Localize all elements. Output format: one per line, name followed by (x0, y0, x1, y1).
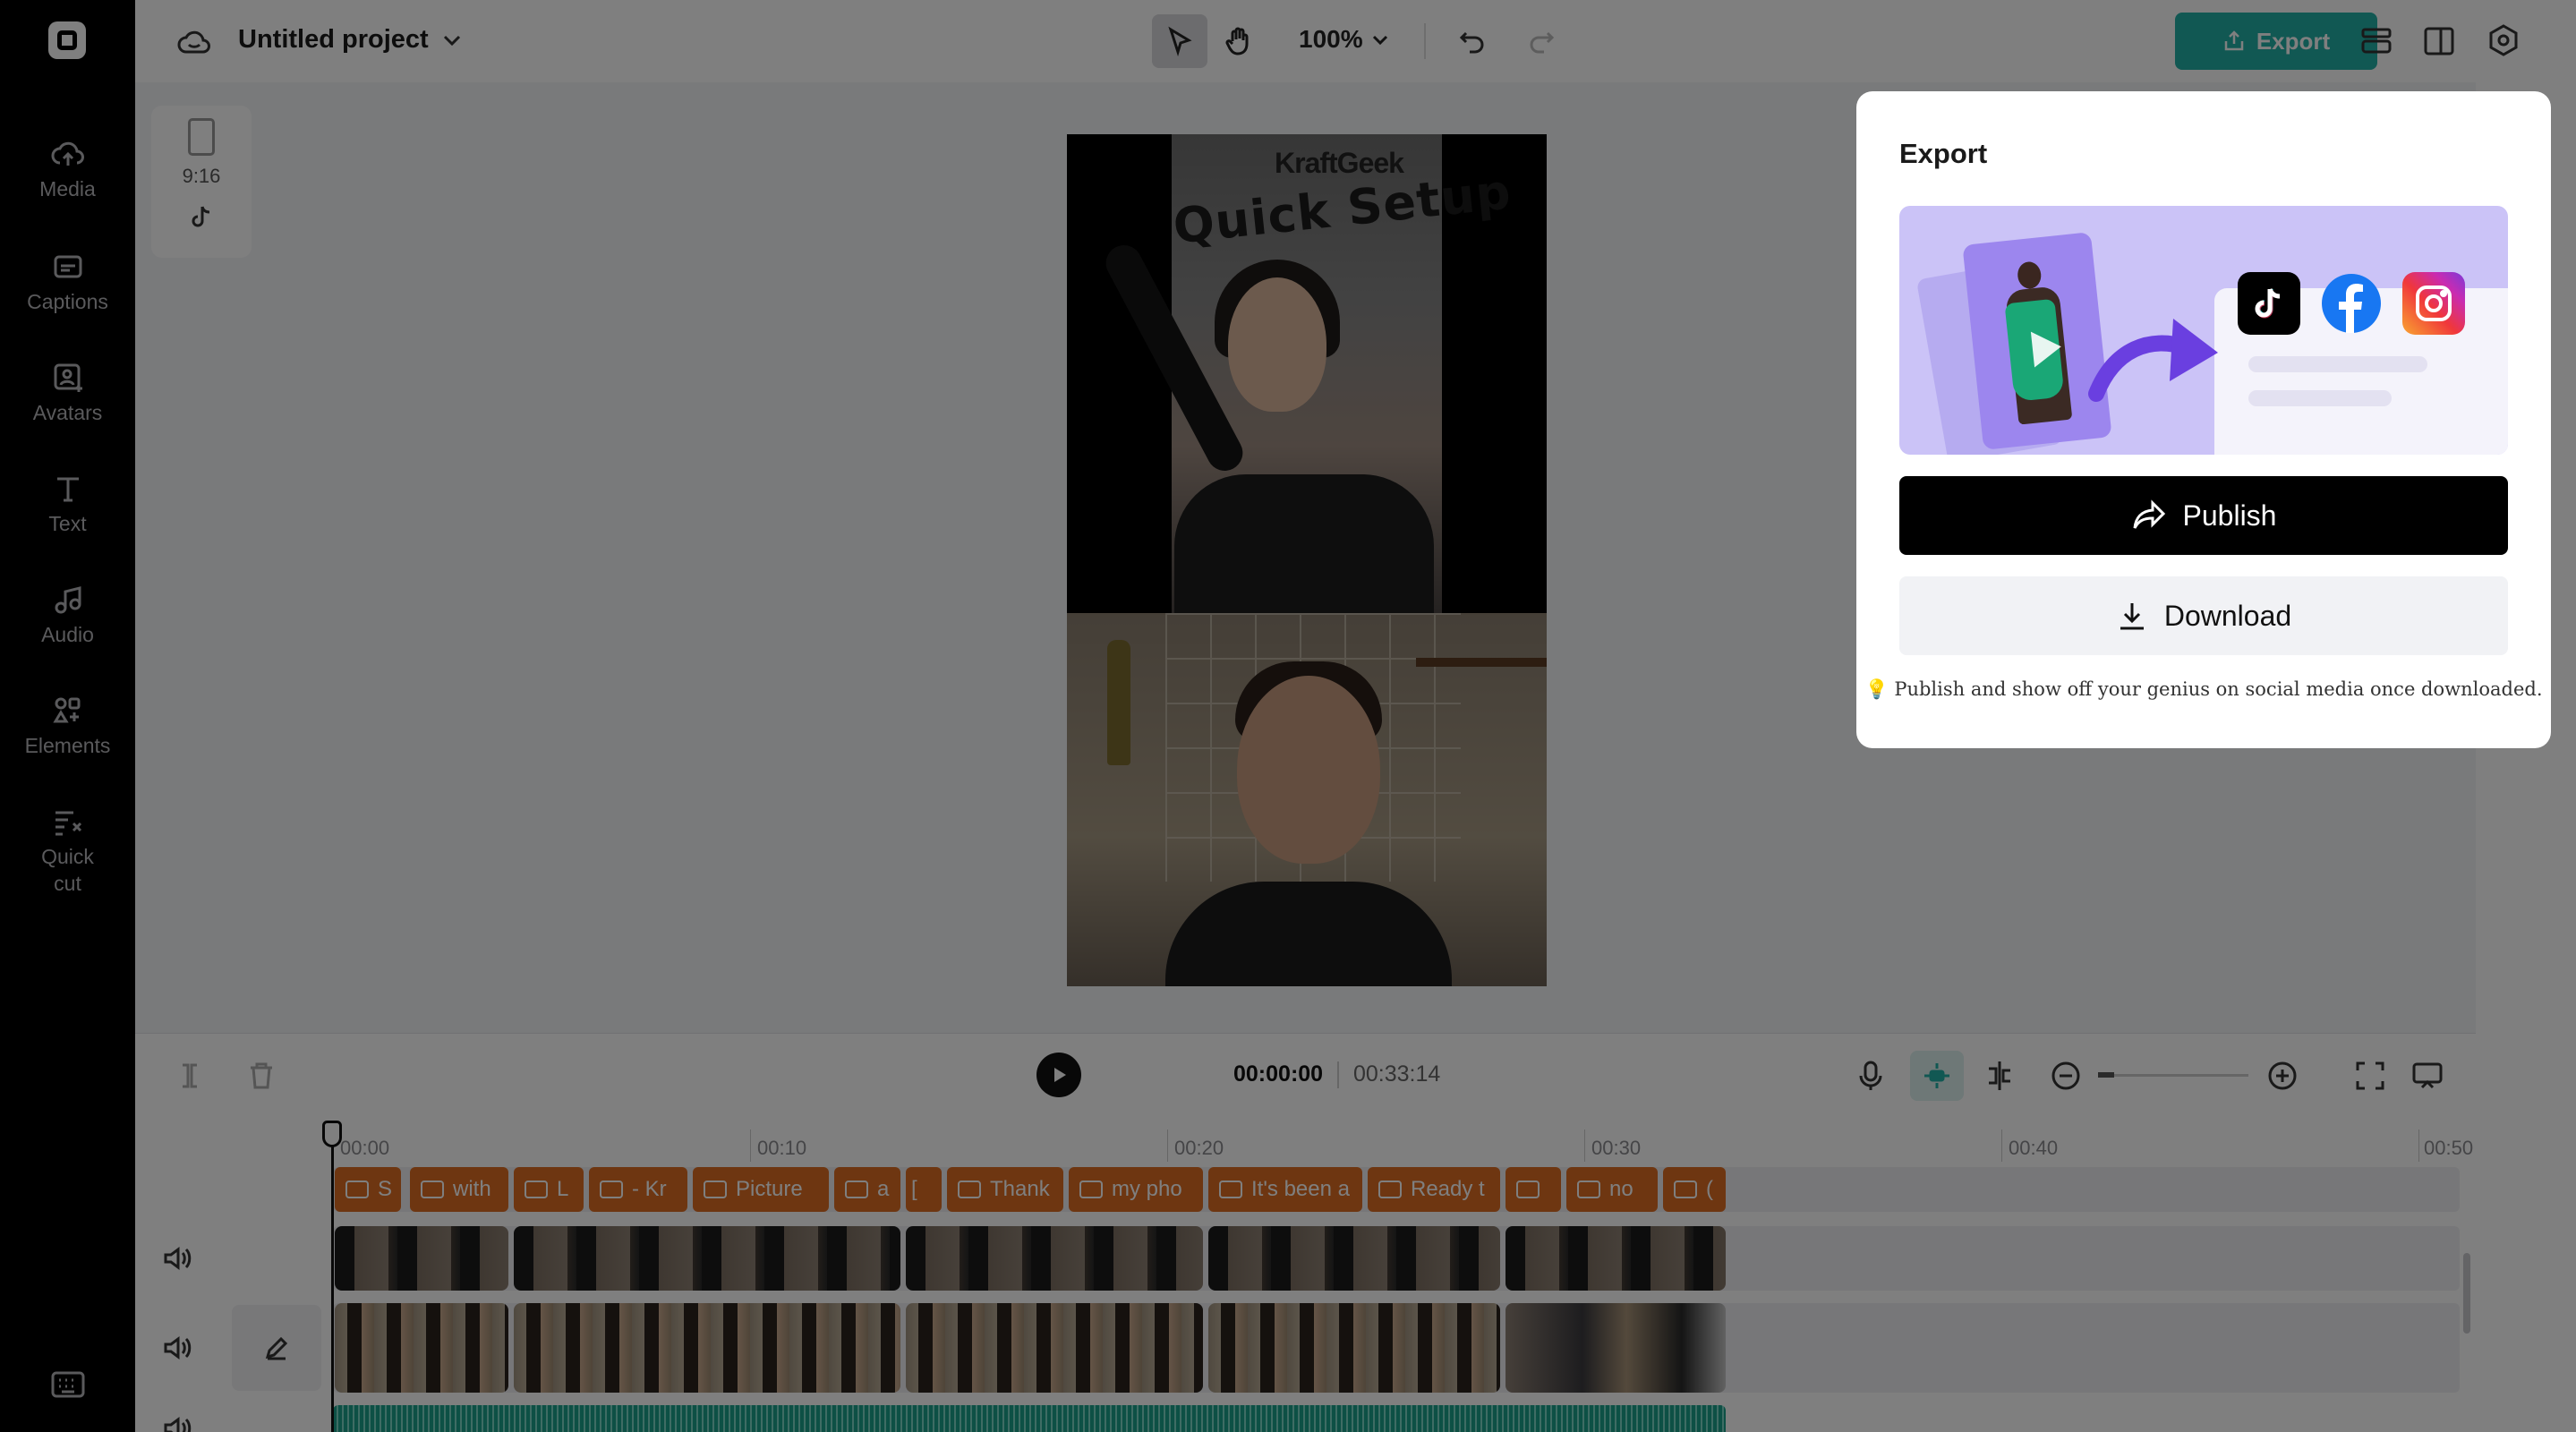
export-dialog: Export Publish Download 💡 Publish and sh… (1856, 91, 2551, 748)
download-button[interactable]: Download (1899, 576, 2508, 655)
lightbulb-icon: 💡 (1864, 678, 1889, 700)
share-arrow-icon (2133, 499, 2165, 529)
export-note: 💡 Publish and show off your genius on so… (1856, 678, 2551, 701)
publish-button[interactable]: Publish (1899, 476, 2508, 555)
export-note-text: Publish and show off your genius on soci… (1894, 678, 2543, 700)
download-button-label: Download (2163, 599, 2292, 632)
tiktok-icon (2238, 272, 2300, 335)
export-dialog-title: Export (1899, 138, 1988, 169)
arrow-right-icon (2088, 319, 2218, 402)
facebook-icon (2320, 272, 2383, 335)
publish-button-label: Publish (2182, 499, 2277, 532)
export-banner-illustration (1899, 206, 2508, 455)
instagram-icon (2402, 272, 2465, 335)
download-icon (2120, 603, 2144, 630)
